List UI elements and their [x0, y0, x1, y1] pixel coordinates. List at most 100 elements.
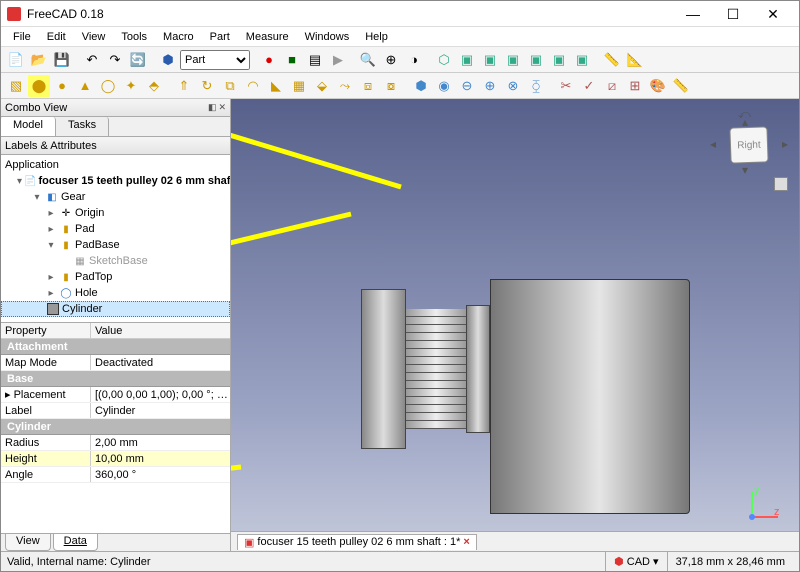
thickness-icon[interactable]: ⧇ [380, 75, 402, 97]
dock-close-icon[interactable]: ✕ [218, 102, 226, 113]
view-front-icon[interactable]: ▣ [456, 49, 478, 71]
macro-list-icon[interactable]: ▤ [304, 49, 326, 71]
view-iso-icon[interactable]: ⬡ [433, 49, 455, 71]
draw-style-icon[interactable]: ◑ [403, 49, 425, 71]
tab-data[interactable]: Data [53, 534, 98, 551]
chamfer-icon[interactable]: ◣ [265, 75, 287, 97]
menu-tools[interactable]: Tools [113, 29, 155, 45]
menu-edit[interactable]: Edit [39, 29, 74, 45]
offset-icon[interactable]: ⧈ [357, 75, 379, 97]
boolean-icon[interactable]: ◉ [433, 75, 455, 97]
prop-radius[interactable]: Radius2,00 mm [1, 435, 230, 451]
view-right-icon[interactable]: ▣ [502, 49, 524, 71]
measure-icon[interactable]: 📏 [670, 75, 692, 97]
tree-origin[interactable]: ▸✛Origin [1, 205, 230, 221]
prop-mapmode[interactable]: Map ModeDeactivated [1, 355, 230, 371]
open-file-icon[interactable]: 📂 [28, 49, 50, 71]
cut-icon[interactable]: ⊖ [456, 75, 478, 97]
group-cylinder[interactable]: Cylinder [1, 419, 230, 435]
common-icon[interactable]: ⊗ [502, 75, 524, 97]
tree-padtop[interactable]: ▸▮PadTop [1, 269, 230, 285]
view-top-icon[interactable]: ▣ [479, 49, 501, 71]
macro-stop-icon[interactable]: ■ [281, 49, 303, 71]
new-file-icon[interactable]: 📄 [5, 49, 27, 71]
menu-part[interactable]: Part [202, 29, 238, 45]
mirror-icon[interactable]: ⧉ [219, 75, 241, 97]
save-file-icon[interactable]: 💾 [51, 49, 73, 71]
workbench-selector[interactable]: Part [180, 50, 250, 70]
tree-cylinder[interactable]: Cylinder [1, 301, 230, 317]
tree-pad[interactable]: ▸▮Pad [1, 221, 230, 237]
measure-linear-icon[interactable]: 📏 [601, 49, 623, 71]
refresh-icon[interactable]: 🔄 [127, 49, 149, 71]
ruled-icon[interactable]: ▦ [288, 75, 310, 97]
undo-icon[interactable]: ↶ [81, 49, 103, 71]
view-rear-icon[interactable]: ▣ [525, 49, 547, 71]
join-icon[interactable]: ⧲ [525, 75, 547, 97]
group-base[interactable]: Base [1, 371, 230, 387]
nav-style-indicator[interactable]: ⬢ CAD ▾ [605, 552, 666, 571]
cube-arrow-right-icon[interactable]: ▸ [782, 137, 788, 151]
measure-angular-icon[interactable]: 📐 [624, 49, 646, 71]
part-box-icon[interactable]: ▧ [5, 75, 27, 97]
cube-face-right[interactable]: Right [729, 126, 768, 163]
menu-windows[interactable]: Windows [297, 29, 358, 45]
redo-icon[interactable]: ↷ [104, 49, 126, 71]
close-button[interactable]: ✕ [753, 2, 793, 26]
minimize-button[interactable]: — [673, 2, 713, 26]
tree-padbase[interactable]: ▾▮PadBase [1, 237, 230, 253]
view-bottom-icon[interactable]: ▣ [548, 49, 570, 71]
prop-label[interactable]: LabelCylinder [1, 403, 230, 419]
close-tab-icon[interactable]: × [463, 536, 469, 548]
prop-height[interactable]: Height10,00 mm [1, 451, 230, 467]
menu-help[interactable]: Help [357, 29, 396, 45]
tab-view[interactable]: View [5, 534, 51, 551]
tab-model[interactable]: Model [1, 117, 56, 136]
tree-sketchbase[interactable]: ▦SketchBase [1, 253, 230, 269]
menu-view[interactable]: View [74, 29, 114, 45]
cross-icon[interactable]: ⊞ [624, 75, 646, 97]
part-primitives-icon[interactable]: ✦ [120, 75, 142, 97]
document-tab[interactable]: ▣ focuser 15 teeth pulley 02 6 mm shaft … [237, 534, 477, 550]
part-torus-icon[interactable]: ◯ [97, 75, 119, 97]
navigation-cube[interactable]: ⤺ ◂ ▸ ▴ ▾ Right [714, 109, 784, 179]
cube-mini-icon[interactable] [774, 177, 788, 191]
fit-all-icon[interactable]: ⊕ [380, 49, 402, 71]
revolve-icon[interactable]: ↻ [196, 75, 218, 97]
macro-record-icon[interactable]: ● [258, 49, 280, 71]
appearance-icon[interactable]: 🎨 [647, 75, 669, 97]
prop-angle[interactable]: Angle360,00 ° [1, 467, 230, 483]
fuse-icon[interactable]: ⊕ [479, 75, 501, 97]
maximize-button[interactable]: ☐ [713, 2, 753, 26]
part-builder-icon[interactable]: ⬘ [143, 75, 165, 97]
split-icon[interactable]: ✂ [555, 75, 577, 97]
macro-play-icon[interactable]: ▶ [327, 49, 349, 71]
workbench-icon[interactable]: ⬢ [157, 49, 179, 71]
part-cone-icon[interactable]: ▲ [74, 75, 96, 97]
cube-arrow-left-icon[interactable]: ◂ [710, 137, 716, 151]
menu-file[interactable]: File [5, 29, 39, 45]
dock-float-icon[interactable]: ◧ [208, 102, 217, 113]
tree-hole[interactable]: ▸◯Hole [1, 285, 230, 301]
prop-placement[interactable]: ▸ Placement[(0,00 0,00 1,00); 0,00 °; (0… [1, 387, 230, 403]
compound-icon[interactable]: ⬢ [410, 75, 432, 97]
whatsthis-icon[interactable]: 🔍 [357, 49, 379, 71]
cube-arrow-down-icon[interactable]: ▾ [742, 163, 748, 177]
group-attachment[interactable]: Attachment [1, 339, 230, 355]
model-tree[interactable]: Application ▾📄focuser 15 teeth pulley 02… [1, 155, 230, 322]
3d-viewport[interactable]: ⤺ ◂ ▸ ▴ ▾ Right y z [231, 99, 799, 551]
part-cylinder-icon[interactable]: ⬤ [28, 75, 50, 97]
tree-document[interactable]: ▾📄focuser 15 teeth pulley 02 6 mm shaft [1, 173, 230, 189]
part-sphere-icon[interactable]: ● [51, 75, 73, 97]
view-left-icon[interactable]: ▣ [571, 49, 593, 71]
fillet-icon[interactable]: ◠ [242, 75, 264, 97]
menu-measure[interactable]: Measure [238, 29, 297, 45]
tree-application[interactable]: Application [1, 157, 230, 173]
sweep-icon[interactable]: ⤳ [334, 75, 356, 97]
menu-macro[interactable]: Macro [155, 29, 202, 45]
tab-tasks[interactable]: Tasks [56, 117, 109, 136]
tree-body-gear[interactable]: ▾◧Gear [1, 189, 230, 205]
extrude-icon[interactable]: ⇑ [173, 75, 195, 97]
loft-icon[interactable]: ⬙ [311, 75, 333, 97]
section-icon[interactable]: ⧄ [601, 75, 623, 97]
